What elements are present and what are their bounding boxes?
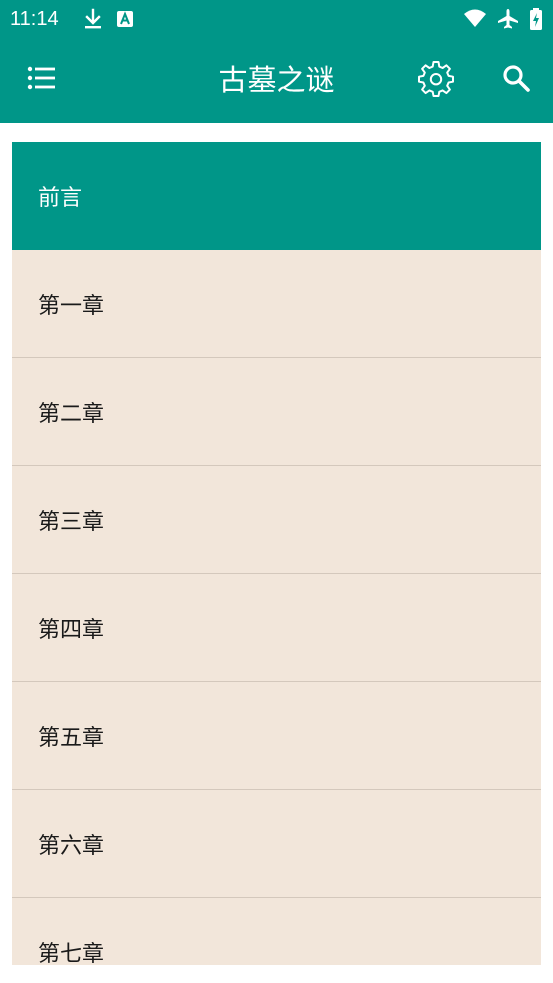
search-button[interactable] [494,58,538,102]
status-time: 11:14 [10,8,59,30]
chapter-item[interactable]: 第三章 [12,466,541,574]
chapter-label: 第三章 [38,509,105,535]
chapter-label: 第一章 [38,293,105,319]
chapter-item[interactable]: 第七章 [12,898,541,966]
chapter-list[interactable]: 前言第一章第二章第三章第四章第五章第六章第七章 [12,142,541,965]
chapter-item[interactable]: 第四章 [12,574,541,682]
chapter-label: 第七章 [38,941,105,966]
app-bar: 古墓之谜 [0,38,553,123]
chapter-label: 第五章 [38,725,105,751]
accessibility-notification-icon [115,8,137,30]
airplane-icon [496,8,518,30]
chapter-item[interactable]: 第一章 [12,250,541,358]
chapter-item[interactable]: 第六章 [12,790,541,898]
chapter-item[interactable]: 第五章 [12,682,541,790]
page-title: 古墓之谜 [218,63,335,97]
download-icon [82,8,104,30]
chapter-label: 第四章 [38,617,105,643]
chapter-item[interactable]: 第二章 [12,358,541,466]
chapter-label: 第二章 [38,401,105,427]
search-icon [501,63,531,97]
settings-button[interactable] [414,58,458,102]
gear-icon [417,59,455,101]
chapter-label: 第六章 [38,833,105,859]
chapter-label: 前言 [38,185,83,211]
status-bar: 11:14 [0,0,553,38]
wifi-icon [463,8,486,30]
chapter-item[interactable]: 前言 [12,142,541,250]
battery-charging-icon [529,8,551,30]
